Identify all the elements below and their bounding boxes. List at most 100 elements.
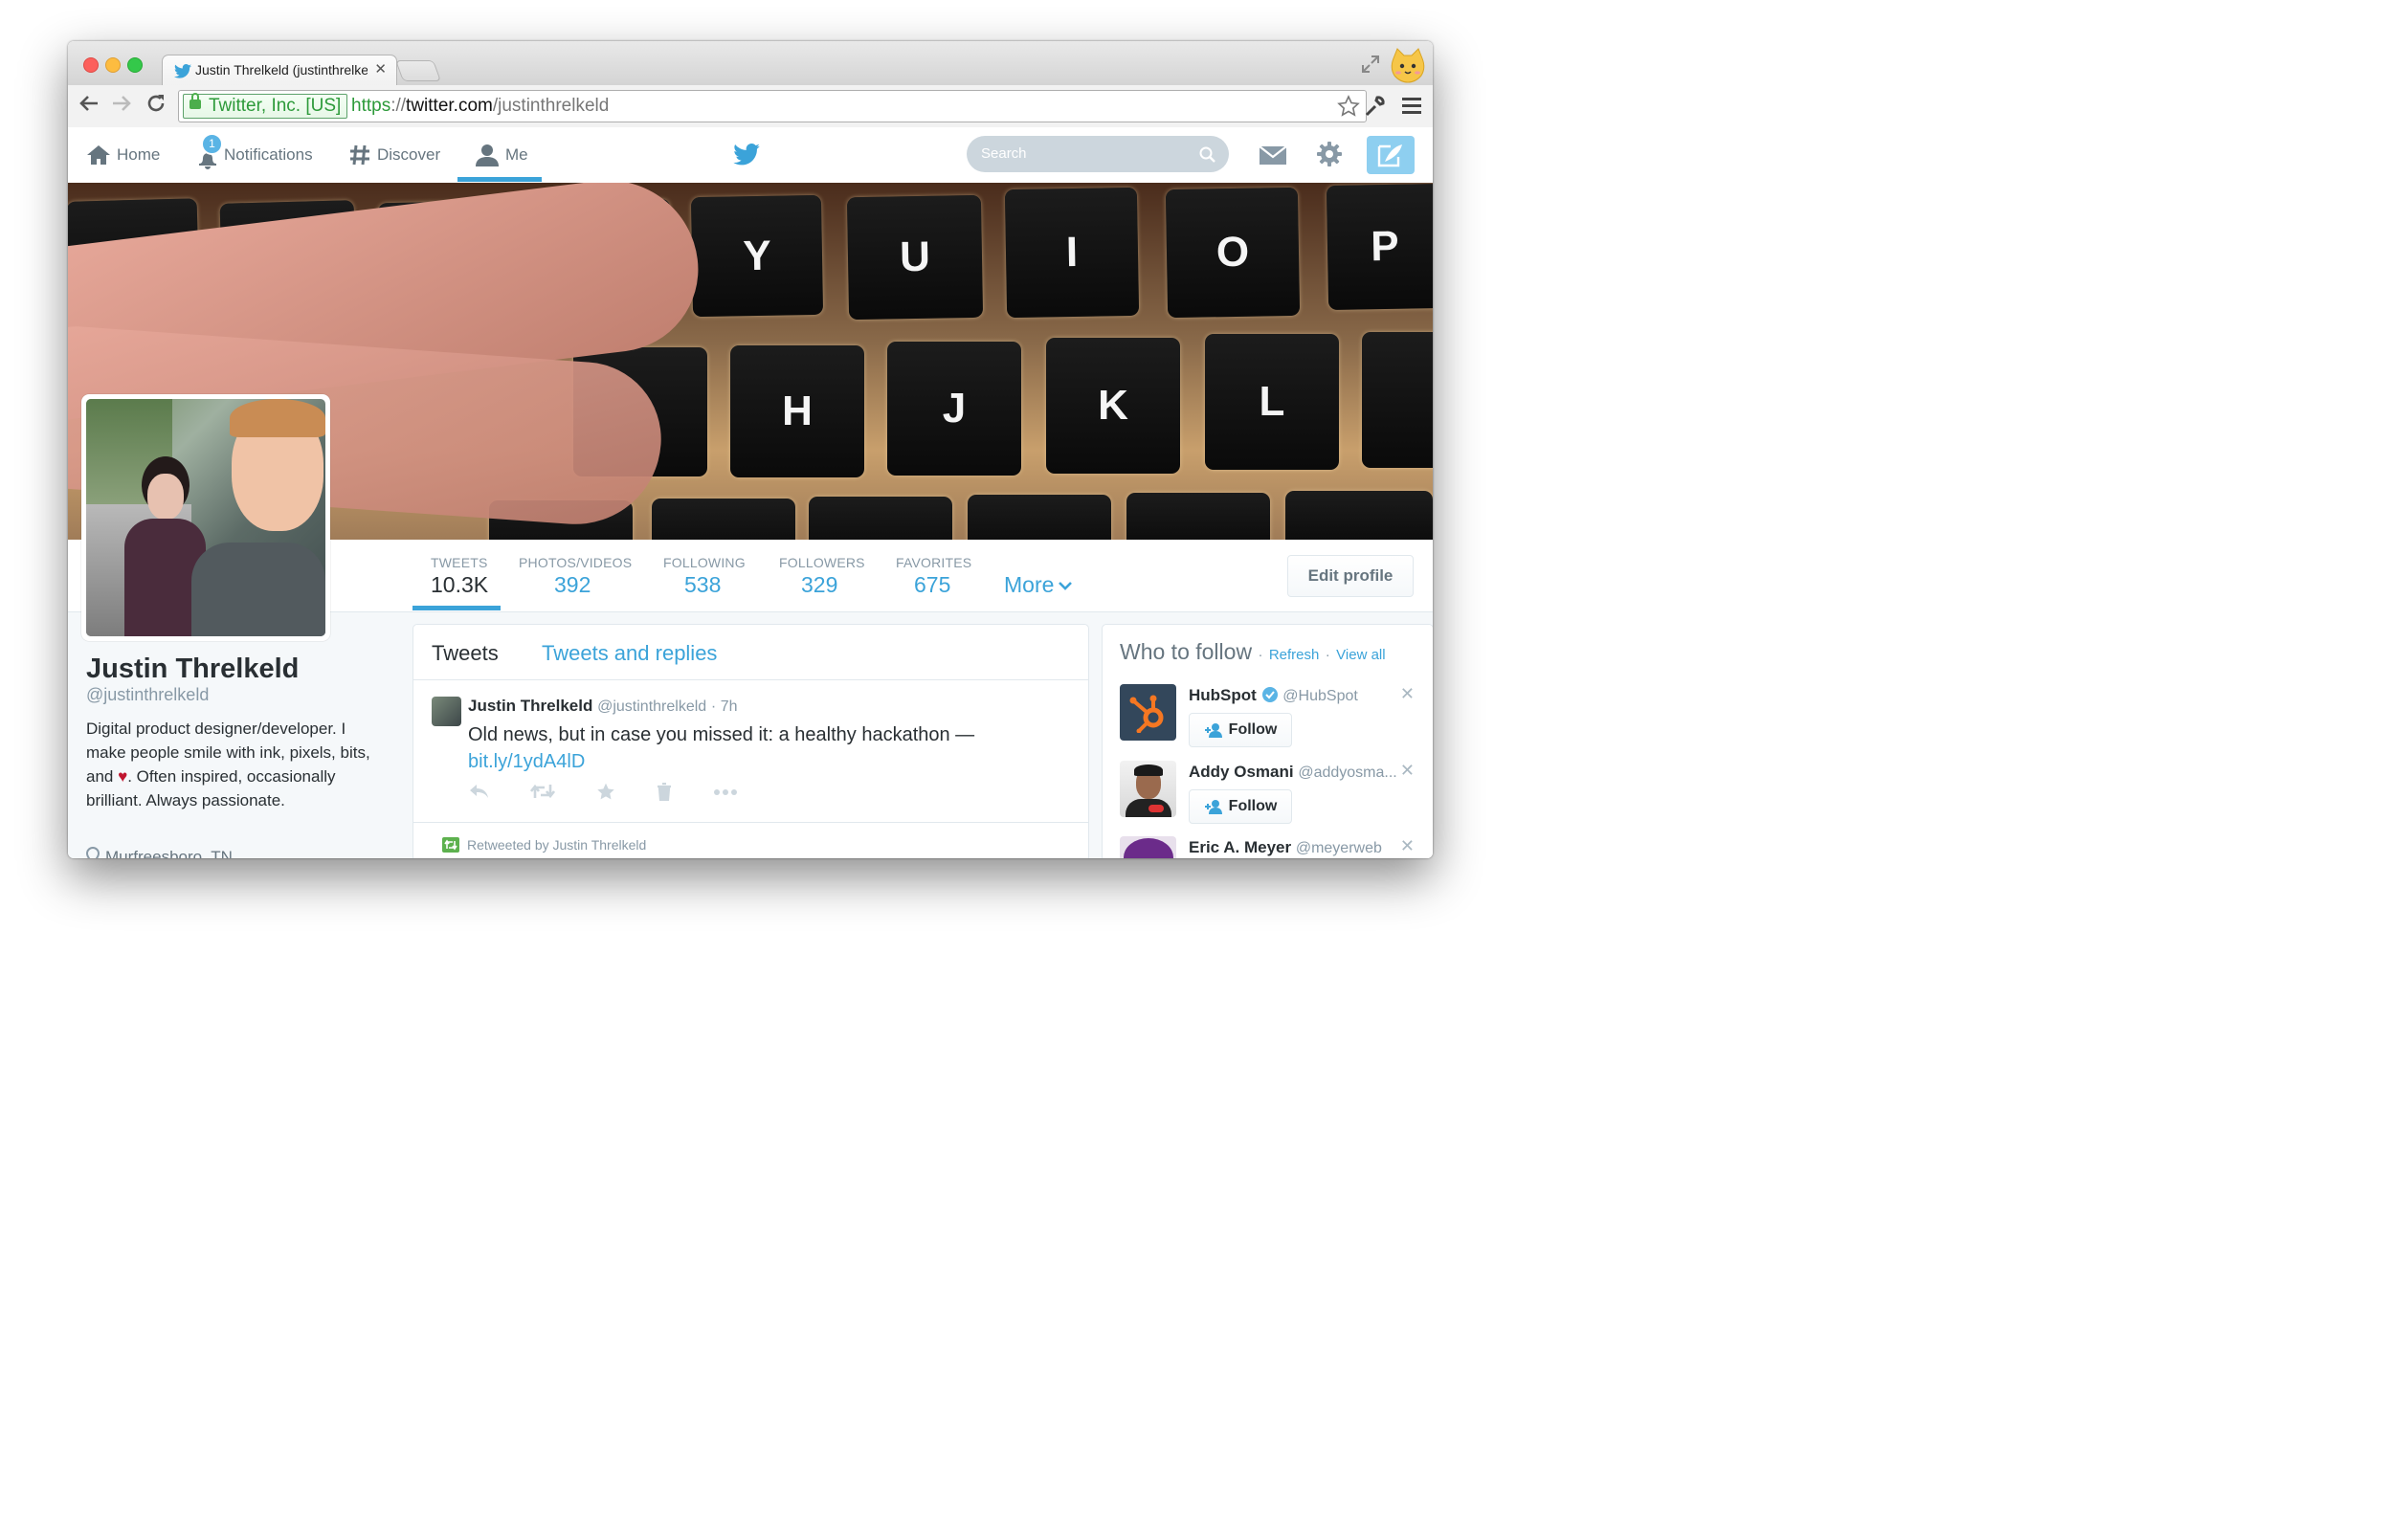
stat-favorites[interactable]: FAVORITES 675: [895, 540, 991, 611]
tweet-item[interactable]: Justin Threlkeld @justinthrelkeld · 7h O…: [413, 680, 1088, 823]
twitter-favicon-icon: [174, 64, 191, 78]
more-label: More: [1004, 572, 1055, 597]
stat-followers[interactable]: FOLLOWERS 329: [778, 540, 874, 611]
home-icon: [87, 145, 110, 165]
retweet-icon[interactable]: [530, 783, 555, 800]
suggestion-handle[interactable]: @HubSpot: [1282, 688, 1358, 704]
zoom-window-button[interactable]: [127, 57, 143, 73]
address-bar[interactable]: Twitter, Inc. [US] https://twitter.com/j…: [178, 90, 1367, 122]
tweet-author-handle[interactable]: @justinthrelkeld: [597, 698, 706, 715]
bookmark-star-icon[interactable]: [1337, 95, 1360, 118]
follow-person-icon: [1204, 800, 1222, 814]
suggestion-item: HubSpot @HubSpot ✕ Follow: [1120, 684, 1426, 761]
stat-favorites-value: 675: [914, 572, 951, 597]
more-dropdown[interactable]: More: [1004, 572, 1073, 598]
dismiss-suggestion-icon[interactable]: ✕: [1400, 684, 1415, 704]
more-options-icon[interactable]: [713, 783, 738, 801]
suggestion-header: HubSpot @HubSpot: [1189, 686, 1358, 705]
close-window-button[interactable]: [83, 57, 99, 73]
search-placeholder: Search: [981, 145, 1027, 162]
nav-home[interactable]: Home: [86, 127, 160, 183]
reply-icon[interactable]: [468, 783, 489, 800]
tab-tweets[interactable]: Tweets: [432, 641, 499, 666]
twitter-bird-logo-icon[interactable]: [733, 144, 760, 166]
compose-quill-icon: [1377, 144, 1402, 167]
nav-me[interactable]: Me: [475, 127, 528, 183]
search-icon[interactable]: [1199, 146, 1215, 163]
profile-avatar[interactable]: [81, 394, 330, 641]
nav-home-label: Home: [117, 145, 161, 164]
avatar-photo-face-left: [147, 474, 184, 520]
keyboard-key: [968, 495, 1111, 540]
url-path: /justinthrelkeld: [492, 96, 610, 116]
back-button[interactable]: [78, 93, 100, 121]
who-to-follow-panel: Who to follow · Refresh · View all HubSp…: [1102, 624, 1433, 858]
hubspot-avatar[interactable]: [1120, 684, 1176, 741]
profile-handle[interactable]: @justinthrelkeld: [86, 685, 209, 705]
browser-tab[interactable]: Justin Threlkeld (justinthrelkeld) on Tw…: [162, 55, 397, 86]
tweet-avatar[interactable]: [432, 697, 461, 726]
stat-photos-videos[interactable]: PHOTOS/VIDEOS 392: [518, 540, 642, 611]
minimize-window-button[interactable]: [105, 57, 121, 73]
nav-me-label: Me: [505, 145, 528, 164]
suggestion-name[interactable]: Eric A. Meyer: [1189, 838, 1291, 856]
tweet-timestamp[interactable]: · 7h: [711, 698, 738, 715]
suggestion-handle[interactable]: @meyerweb: [1296, 840, 1382, 856]
stat-following-label: FOLLOWING: [663, 555, 746, 570]
stat-tweets-value: 10.3K: [431, 572, 489, 597]
dismiss-suggestion-icon[interactable]: ✕: [1400, 836, 1415, 856]
reload-icon: [147, 95, 165, 112]
avatar-photo-body-right: [191, 543, 325, 636]
wrench-icon[interactable]: [1364, 95, 1387, 118]
keyboard-key-k: K: [1046, 338, 1180, 474]
profile-bio: Digital product designer/developer. I ma…: [86, 717, 383, 812]
tab-tweets-and-replies[interactable]: Tweets and replies: [542, 641, 717, 666]
keyboard-key: [1285, 491, 1433, 540]
tab-close-icon[interactable]: ✕: [374, 60, 387, 78]
menu-icon[interactable]: [1401, 96, 1422, 115]
messages-envelope-icon[interactable]: [1259, 144, 1287, 166]
stat-following[interactable]: FOLLOWING 538: [661, 540, 757, 611]
tab-strip: Justin Threlkeld (justinthrelkeld) on Tw…: [68, 41, 1433, 86]
retweeted-by-text[interactable]: Retweeted by Justin Threlkeld: [467, 837, 646, 853]
eric-meyer-avatar[interactable]: [1120, 836, 1176, 858]
reload-button[interactable]: [145, 93, 167, 121]
follow-button[interactable]: Follow: [1189, 713, 1292, 747]
fullscreen-icon[interactable]: [1361, 55, 1380, 74]
nav-discover[interactable]: Discover: [348, 127, 440, 183]
edit-profile-button[interactable]: Edit profile: [1287, 555, 1414, 597]
suggestion-header: Eric A. Meyer @meyerweb: [1189, 838, 1382, 857]
keyboard-key: [809, 497, 952, 540]
keyboard-key: [1126, 493, 1270, 540]
tweet-body: Old news, but in case you missed it: a h…: [468, 724, 975, 745]
addy-avatar[interactable]: [1120, 761, 1176, 817]
nav-notifications[interactable]: 1 Notifications: [195, 127, 313, 183]
delete-trash-icon[interactable]: [657, 783, 672, 801]
suggestion-handle[interactable]: @addyosma...: [1298, 764, 1396, 781]
view-all-link[interactable]: View all: [1336, 647, 1385, 663]
tweet-author-name[interactable]: Justin Threlkeld: [468, 697, 592, 715]
notifications-badge: 1: [201, 133, 223, 155]
dismiss-suggestion-icon[interactable]: ✕: [1400, 761, 1415, 781]
follow-button[interactable]: Follow: [1189, 789, 1292, 824]
search-input[interactable]: Search: [967, 136, 1229, 172]
avatar-headphones: [1148, 805, 1164, 812]
settings-gear-icon[interactable]: [1316, 141, 1343, 167]
forward-button[interactable]: [111, 93, 132, 121]
stat-tweets[interactable]: TWEETS 10.3K: [412, 540, 501, 611]
profile-cat-icon[interactable]: [1389, 47, 1427, 83]
url-separator: ://: [390, 96, 407, 116]
compose-tweet-button[interactable]: [1367, 136, 1415, 174]
url-host: twitter.com: [406, 96, 493, 116]
chevron-down-icon: [1059, 581, 1073, 590]
ev-label: Twitter, Inc. [US]: [209, 96, 342, 116]
tweet-link[interactable]: bit.ly/1ydA4lD: [468, 751, 585, 772]
stat-photos-value: 392: [554, 572, 591, 597]
ev-certificate-badge[interactable]: Twitter, Inc. [US]: [183, 93, 348, 119]
favorite-star-icon[interactable]: [596, 783, 615, 801]
suggestion-name[interactable]: Addy Osmani: [1189, 763, 1294, 781]
location-text: Murfreesboro, TN: [105, 848, 233, 858]
refresh-link[interactable]: Refresh: [1269, 647, 1320, 663]
new-tab-button[interactable]: [394, 60, 442, 81]
suggestion-name[interactable]: HubSpot: [1189, 686, 1257, 704]
